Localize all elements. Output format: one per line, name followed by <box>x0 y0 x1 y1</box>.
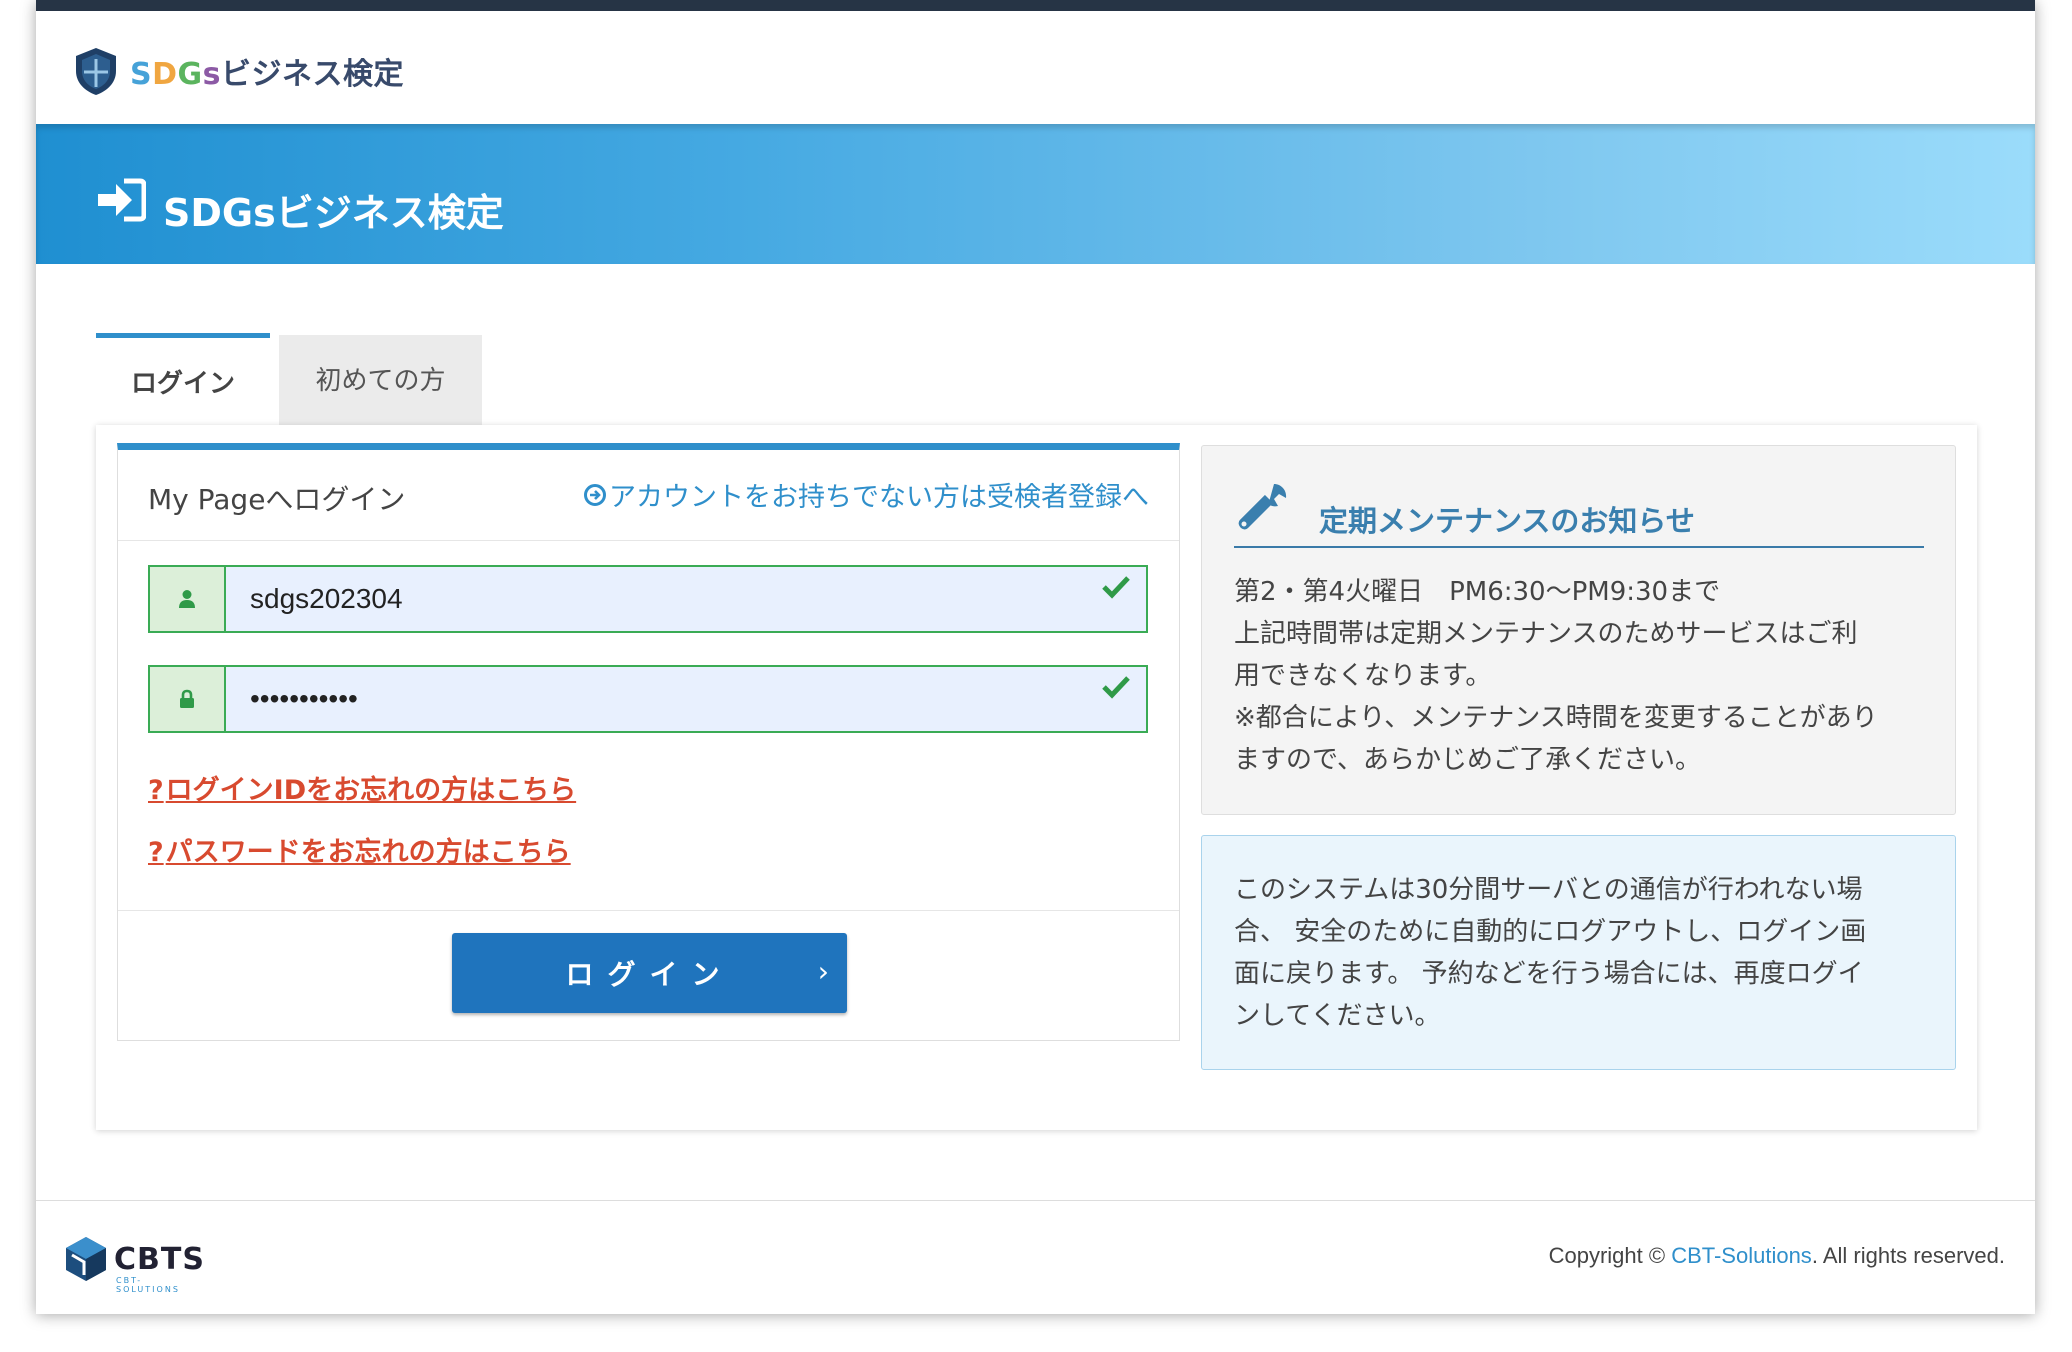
maintenance-line: 用できなくなります。 <box>1234 661 1492 691</box>
user-addon <box>150 567 226 631</box>
info-line: ンしてください。 <box>1234 1001 1441 1031</box>
browser-window: SDGsビジネス検定 SDGsビジネス検定 ログイン 初めての方 My Page… <box>36 0 2035 1314</box>
maintenance-title: 定期メンテナンスのお知らせ <box>1319 504 1695 538</box>
content-card: My Pageへログイン アカウントをお持ちでない方は受検者登録へ sdgs20… <box>96 425 1977 1130</box>
maintenance-header: 定期メンテナンスのお知らせ <box>1234 474 1924 548</box>
register-link-label: アカウントをお持ちでない方は受検者登録へ <box>609 482 1149 513</box>
tab-first-time[interactable]: 初めての方 <box>279 335 482 427</box>
chevron-right-icon: › <box>817 955 829 988</box>
maintenance-notice: 定期メンテナンスのお知らせ 第2・第4火曜日 PM6:30〜PM9:30まで 上… <box>1201 445 1956 815</box>
info-line: 面に戻ります。 予約などを行う場合には、再度ログイ <box>1234 959 1864 989</box>
username-field <box>148 565 1148 633</box>
maintenance-line: 上記時間帯は定期メンテナンスのためサービスはご利 <box>1234 619 1858 649</box>
logo-text: SDGsビジネス検定 <box>130 57 404 92</box>
cbts-logo-subtext: CBT-SOLUTIONS <box>116 1275 180 1294</box>
login-title: My Pageへログイン <box>148 483 406 516</box>
copyright-prefix: Copyright © <box>1548 1243 1672 1268</box>
user-icon <box>179 590 195 608</box>
arrow-circle-right-icon <box>584 483 606 506</box>
login-panel: My Pageへログイン アカウントをお持ちでない方は受検者登録へ sdgs20… <box>117 443 1180 1041</box>
session-info: このシステムは30分間サーバとの通信が行われない場 合、 安全のために自動的にロ… <box>1201 835 1956 1070</box>
username-input[interactable] <box>226 567 1146 631</box>
copyright: Copyright © CBT-Solutions. All rights re… <box>1549 1243 2005 1269</box>
lock-addon <box>150 667 226 731</box>
site-footer: CBTS CBT-SOLUTIONS Copyright © CBT-Soluti… <box>36 1200 2035 1314</box>
login-button-label: ログイン <box>565 958 734 991</box>
maintenance-line: 第2・第4火曜日 PM6:30〜PM9:30まで <box>1234 577 1721 607</box>
tab-login[interactable]: ログイン <box>96 333 270 430</box>
login-panel-footer: ログイン › <box>118 910 1179 1041</box>
forgot-id-label: ログインIDをお忘れの方はこちら <box>165 775 577 806</box>
forgot-password-label: パスワードをお忘れの方はこちら <box>165 837 571 868</box>
cbts-logo-text: CBTS CBT-SOLUTIONS <box>114 1241 205 1294</box>
maintenance-line: ますので、あらかじめご了承ください。 <box>1234 745 1701 775</box>
question-icon: ? <box>148 775 164 806</box>
forgot-id-link[interactable]: ?ログインIDをお忘れの方はこちら <box>148 768 576 807</box>
info-line: 合、 安全のために自動的にログアウトし、ログイン画 <box>1234 917 1867 947</box>
password-field <box>148 665 1148 733</box>
page-title: SDGsビジネス検定 <box>163 191 504 235</box>
info-line: このシステムは30分間サーバとの通信が行われない場 <box>1234 875 1863 905</box>
register-link[interactable]: アカウントをお持ちでない方は受検者登録へ <box>583 475 1149 514</box>
question-icon: ? <box>148 837 164 868</box>
site-header: SDGsビジネス検定 <box>36 11 2035 124</box>
cbts-logo[interactable]: CBTS CBT-SOLUTIONS <box>64 1235 205 1294</box>
session-info-body: このシステムは30分間サーバとの通信が行われない場 合、 安全のために自動的にロ… <box>1234 869 1934 1037</box>
page-banner: SDGsビジネス検定 <box>36 124 2035 264</box>
shield-logo-icon <box>76 48 116 95</box>
login-button[interactable]: ログイン › <box>452 933 847 1013</box>
sign-in-icon <box>98 178 146 222</box>
cube-logo-icon <box>66 1237 106 1281</box>
site-logo[interactable]: SDGsビジネス検定 <box>70 45 404 97</box>
lock-icon <box>180 689 194 708</box>
check-icon <box>1102 576 1130 599</box>
top-bar <box>36 0 2035 11</box>
forgot-password-link[interactable]: ?パスワードをお忘れの方はこちら <box>148 830 571 869</box>
maintenance-line: ※都合により、メンテナンス時間を変更することがあり <box>1234 703 1878 733</box>
password-input[interactable] <box>226 667 1146 731</box>
copyright-suffix: . All rights reserved. <box>1811 1243 2005 1268</box>
login-panel-header: My Pageへログイン アカウントをお持ちでない方は受検者登録へ <box>118 450 1179 541</box>
maintenance-body: 第2・第4火曜日 PM6:30〜PM9:30まで 上記時間帯は定期メンテナンスの… <box>1234 571 1934 781</box>
wrench-icon <box>1238 484 1287 530</box>
cbt-solutions-link[interactable]: CBT-Solutions <box>1671 1243 1812 1268</box>
check-icon <box>1102 676 1130 699</box>
